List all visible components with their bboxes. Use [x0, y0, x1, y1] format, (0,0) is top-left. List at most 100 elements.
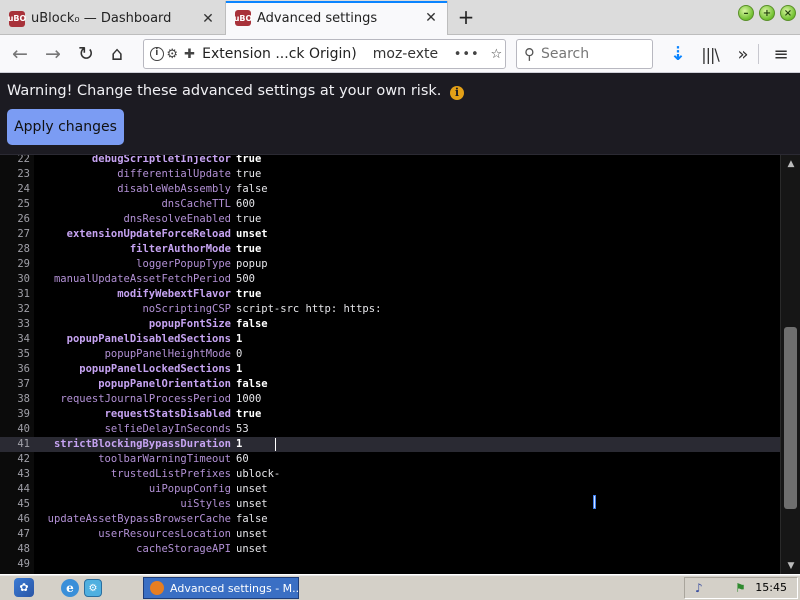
setting-value[interactable]: unset: [236, 482, 268, 497]
line-number: 30: [17, 273, 30, 285]
setting-value[interactable]: 600: [236, 197, 255, 212]
editor-line[interactable]: 38 requestJournalProcessPeriod 1000: [0, 392, 780, 407]
back-arrow-icon[interactable]: ←: [6, 40, 34, 68]
minimize-window-icon[interactable]: –: [738, 5, 754, 21]
site-info-icon[interactable]: i: [150, 47, 164, 61]
close-window-icon[interactable]: ×: [780, 5, 796, 21]
network-icon[interactable]: ⚑: [735, 581, 746, 595]
scrollbar-thumb[interactable]: [784, 327, 797, 509]
setting-value[interactable]: true: [236, 212, 261, 227]
setting-value[interactable]: script-src http: https:: [236, 302, 381, 317]
editor-line[interactable]: 45 uiStyles unset: [0, 497, 780, 512]
editor-line[interactable]: 26 dnsResolveEnabled true: [0, 212, 780, 227]
editor-line[interactable]: 40 selfieDelayInSeconds 53: [0, 422, 780, 437]
editor-line[interactable]: 32 noScriptingCSP script-src http: https:: [0, 302, 780, 317]
setting-value[interactable]: true: [236, 407, 261, 422]
editor-line[interactable]: 44 uiPopupConfig unset: [0, 482, 780, 497]
setting-value[interactable]: unset: [236, 527, 268, 542]
maximize-window-icon[interactable]: +: [759, 5, 775, 21]
scroll-down-arrow-icon[interactable]: ▼: [781, 559, 800, 573]
tab-advanced-settings[interactable]: uBO Advanced settings ✕: [225, 1, 448, 35]
setting-value[interactable]: false: [236, 377, 268, 392]
editor-line[interactable]: 29 loggerPopupType popup: [0, 257, 780, 272]
editor-line[interactable]: 49: [0, 557, 780, 572]
editor-line[interactable]: 30 manualUpdateAssetFetchPeriod 500: [0, 272, 780, 287]
editor-line[interactable]: 43 trustedListPrefixes ublock-: [0, 467, 780, 482]
setting-name: disableWebAssembly: [117, 183, 231, 195]
url-text[interactable]: moz-exte: [373, 46, 450, 62]
setting-value[interactable]: 0: [236, 347, 242, 362]
tab-ublock-dashboard[interactable]: uBO uBlock₀ — Dashboard ✕: [0, 2, 224, 35]
editor-line[interactable]: 42 toolbarWarningTimeout 60: [0, 452, 780, 467]
setting-value[interactable]: unset: [236, 497, 268, 512]
setting-value[interactable]: false: [236, 317, 268, 332]
url-bar[interactable]: i ⚙ ✚ Extension ...ck Origin) moz-exte •…: [143, 39, 506, 69]
setting-value[interactable]: 53: [236, 422, 249, 437]
setting-value[interactable]: ublock-: [236, 467, 280, 482]
line-number: 23: [17, 168, 30, 180]
line-number: 36: [17, 363, 30, 375]
editor-line[interactable]: 31 modifyWebextFlavor true: [0, 287, 780, 302]
editor-line[interactable]: 48 cacheStorageAPI unset: [0, 542, 780, 557]
reload-icon[interactable]: ↻: [72, 40, 100, 68]
advanced-settings-editor[interactable]: 22 debugScriptletInjector true 23 differenti…: [0, 154, 800, 574]
taskbar-window-button[interactable]: Advanced settings - M...: [143, 577, 299, 599]
home-icon[interactable]: ⌂: [103, 40, 131, 68]
setting-value[interactable]: 1: [236, 437, 242, 452]
editor-line[interactable]: 25 dnsCacheTTL 600: [0, 197, 780, 212]
setting-value[interactable]: true: [236, 287, 261, 302]
hamburger-menu-icon[interactable]: ≡: [767, 40, 795, 68]
start-menu-icon[interactable]: ✿: [14, 578, 34, 597]
setting-value[interactable]: 1000: [236, 392, 261, 407]
setting-value[interactable]: false: [236, 182, 268, 197]
editor-line[interactable]: 36 popupPanelLockedSections 1: [0, 362, 780, 377]
setting-value[interactable]: unset: [236, 227, 268, 242]
apply-changes-button[interactable]: Apply changes: [7, 109, 124, 145]
quick-launch-icon[interactable]: ⚙: [84, 579, 102, 597]
setting-value[interactable]: 1: [236, 362, 242, 377]
bookmark-star-icon[interactable]: ☆: [488, 47, 505, 62]
forward-arrow-icon[interactable]: →: [39, 40, 67, 68]
permissions-icon[interactable]: ⚙: [164, 47, 181, 62]
close-tab-icon[interactable]: ✕: [421, 8, 441, 28]
overflow-menu-icon[interactable]: »: [729, 40, 757, 68]
code-area[interactable]: 22 debugScriptletInjector true 23 differenti…: [0, 155, 780, 572]
editor-line[interactable]: 24 disableWebAssembly false: [0, 182, 780, 197]
internet-explorer-icon[interactable]: e: [61, 579, 79, 597]
setting-value[interactable]: 60: [236, 452, 249, 467]
setting-value[interactable]: popup: [236, 257, 268, 272]
ublock-favicon-icon: uBO: [234, 10, 252, 26]
editor-scrollbar[interactable]: ▲ ▼: [780, 155, 800, 574]
line-number: 28: [17, 243, 30, 255]
editor-line[interactable]: 27 extensionUpdateForceReload unset: [0, 227, 780, 242]
setting-value[interactable]: unset: [236, 542, 268, 557]
editor-line[interactable]: 35 popupPanelHeightMode 0: [0, 347, 780, 362]
setting-value[interactable]: 500: [236, 272, 255, 287]
setting-value[interactable]: true: [236, 167, 261, 182]
editor-line[interactable]: 47 userResourcesLocation unset: [0, 527, 780, 542]
scroll-up-arrow-icon[interactable]: ▲: [781, 157, 800, 171]
volume-icon[interactable]: ♪: [695, 581, 703, 595]
new-tab-plus-icon[interactable]: +: [454, 5, 478, 29]
editor-line[interactable]: 34 popupPanelDisabledSections 1: [0, 332, 780, 347]
setting-value[interactable]: 1: [236, 332, 242, 347]
editor-line[interactable]: 46 updateAssetBypassBrowserCache false: [0, 512, 780, 527]
downloads-icon[interactable]: ⇣: [664, 40, 692, 68]
close-tab-icon[interactable]: ✕: [198, 9, 218, 29]
editor-line[interactable]: 33 popupFontSize false: [0, 317, 780, 332]
setting-value[interactable]: true: [236, 155, 261, 167]
search-bar[interactable]: ⚲ Search: [516, 39, 653, 69]
setting-value[interactable]: false: [236, 512, 268, 527]
editor-line[interactable]: 37 popupPanelOrientation false: [0, 377, 780, 392]
clock[interactable]: 15:45: [755, 581, 787, 594]
setting-value[interactable]: true: [236, 242, 261, 257]
page-actions-icon[interactable]: •••: [454, 47, 479, 62]
line-number: 37: [17, 378, 30, 390]
editor-line[interactable]: 41 strictBlockingBypassDuration 1: [0, 437, 780, 452]
info-warning-icon[interactable]: i: [450, 85, 465, 100]
editor-line[interactable]: 39 requestStatsDisabled true: [0, 407, 780, 422]
library-icon[interactable]: |||\: [696, 40, 724, 68]
editor-line[interactable]: 22 debugScriptletInjector true: [0, 155, 780, 167]
editor-line[interactable]: 28 filterAuthorMode true: [0, 242, 780, 257]
editor-line[interactable]: 23 differentialUpdate true: [0, 167, 780, 182]
